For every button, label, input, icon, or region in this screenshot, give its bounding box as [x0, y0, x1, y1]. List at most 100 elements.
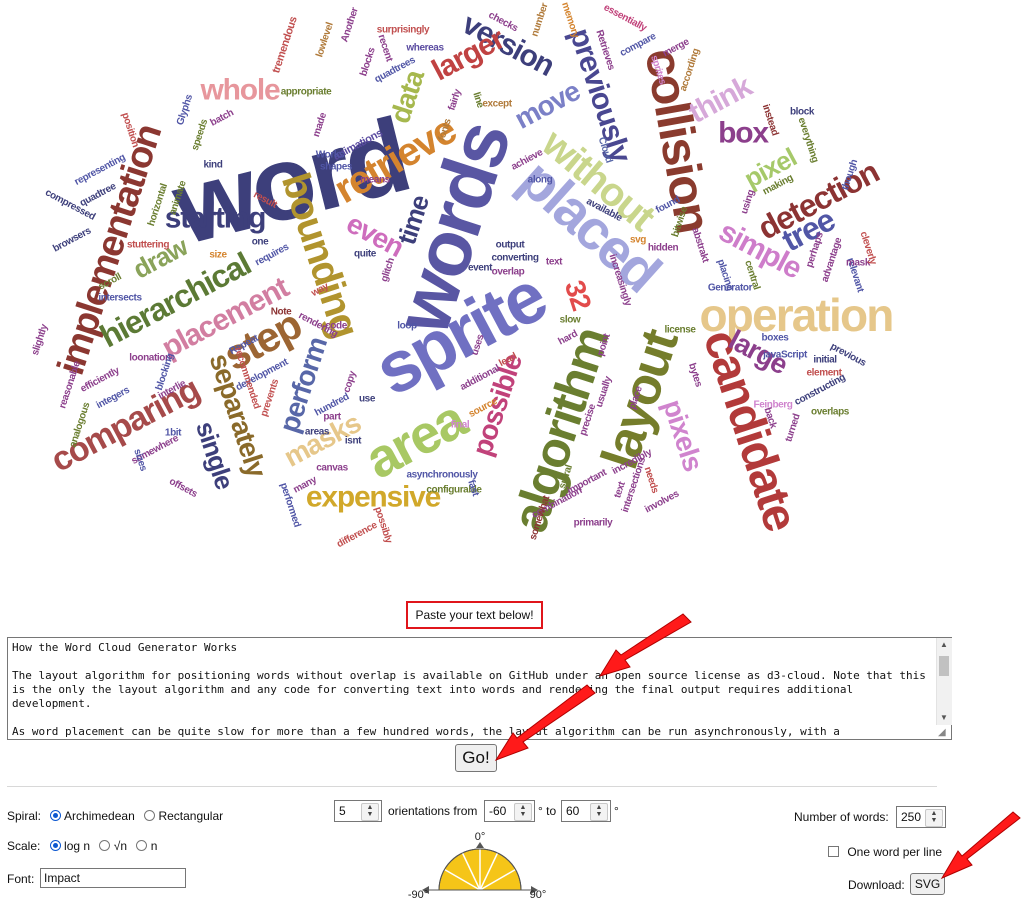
- cloud-word: areas: [305, 427, 330, 438]
- cloud-word: block: [790, 107, 815, 118]
- cloud-word: memory: [559, 1, 581, 40]
- cloud-word: stuttering: [127, 240, 169, 251]
- cloud-word: box: [718, 117, 769, 150]
- cloud-word: whereas: [405, 43, 444, 54]
- orientation-count-value: 5: [339, 804, 346, 818]
- cloud-word: Glyphs: [175, 93, 195, 127]
- number-of-words-input[interactable]: 250 ▲ ▼: [896, 806, 946, 828]
- cloud-word: one: [252, 237, 269, 248]
- cloud-word: use: [359, 394, 376, 405]
- word-cloud: wordwordsspriteplacedcollisionoperationc…: [30, 1, 894, 550]
- spiral-rectangular-label: Rectangular: [158, 809, 224, 823]
- number-of-words-value: 250: [901, 810, 922, 824]
- cloud-word: isnt: [345, 436, 362, 447]
- cloud-word: shapes: [320, 162, 353, 173]
- cloud-word: code: [325, 321, 348, 332]
- spiral-rectangular-radio[interactable]: [144, 810, 156, 821]
- scale-log-radio[interactable]: [49, 840, 61, 851]
- cloud-word: size: [209, 250, 227, 261]
- spinner-icon[interactable]: ▲ ▼: [361, 803, 379, 821]
- scale-linear-radio[interactable]: [136, 840, 148, 851]
- cloud-word: blocks: [358, 46, 378, 78]
- spinner-icon[interactable]: ▲ ▼: [514, 803, 532, 821]
- paste-instruction-label: Paste your text below!: [406, 601, 543, 629]
- divider: [7, 786, 937, 787]
- cloud-word: fairly: [446, 87, 463, 112]
- cloud-word: copy: [341, 369, 358, 394]
- protractor-left-label: -90°: [408, 889, 428, 900]
- cloud-word: 32: [559, 276, 598, 314]
- cloud-word: slightly: [30, 322, 51, 356]
- text-input-area[interactable]: How the Word Cloud Generator Works The l…: [7, 637, 952, 740]
- cloud-word: boxes: [762, 333, 790, 344]
- cloud-word: slow: [560, 315, 581, 326]
- scale-control: Scale: log n √n n: [7, 839, 157, 853]
- spiral-archimedean-radio[interactable]: [50, 810, 62, 821]
- orientation-to-value: 60: [566, 804, 580, 818]
- one-word-per-line-checkbox[interactable]: [828, 846, 839, 857]
- cloud-word: overlaps: [811, 407, 850, 418]
- cloud-word: javaScript: [762, 350, 808, 361]
- spinner-icon[interactable]: ▲ ▼: [590, 803, 608, 821]
- cloud-word: intersects: [98, 293, 142, 304]
- cloud-word: difference: [335, 519, 380, 550]
- spiral-label: Spiral:: [7, 809, 42, 823]
- cloud-word: event: [468, 263, 493, 274]
- download-label: Download:: [848, 878, 905, 892]
- orientation-from-value: -60: [489, 804, 507, 818]
- cloud-word: tremendous: [270, 15, 300, 75]
- spiral-archimedean-label: Archimedean: [64, 809, 135, 823]
- scroll-thumb[interactable]: [939, 656, 949, 676]
- cloud-word: essentially: [602, 2, 649, 34]
- cloud-word: kind: [204, 160, 223, 171]
- orientation-to-input[interactable]: 60 ▲ ▼: [561, 800, 611, 822]
- cloud-word: svg: [630, 235, 646, 246]
- scale-linear-label: n: [150, 839, 158, 853]
- cloud-word: advantage: [820, 236, 845, 284]
- cloud-word: loop: [397, 321, 417, 332]
- scale-label: Scale:: [7, 839, 41, 853]
- download-svg-button[interactable]: SVG: [910, 873, 945, 895]
- scale-sqrt-radio[interactable]: [99, 840, 111, 851]
- protractor-right-label: 90°: [530, 889, 547, 900]
- cloud-word: canvas: [316, 463, 348, 474]
- scale-log-label: log n: [64, 839, 91, 853]
- cloud-word: hidden: [648, 243, 679, 254]
- cloud-word: primarily: [574, 518, 613, 529]
- cloud-word: text: [546, 257, 563, 268]
- cloud-word: means: [360, 175, 391, 186]
- one-word-per-line-control: One word per line: [828, 845, 1024, 859]
- cloud-word: pixels: [657, 396, 709, 475]
- cloud-word: Another: [339, 6, 361, 44]
- orientation-count-input[interactable]: 5 ▲ ▼: [334, 800, 382, 822]
- resize-grip-icon[interactable]: ◢: [938, 727, 951, 739]
- font-input[interactable]: Impact: [40, 868, 186, 888]
- cloud-word: lowlevel: [314, 21, 336, 59]
- orientations-from-label: orientations from: [388, 804, 478, 818]
- scroll-down-icon[interactable]: ▼: [940, 713, 948, 722]
- scale-sqrt-label: √n: [113, 839, 128, 853]
- spinner-icon[interactable]: ▲ ▼: [925, 809, 943, 827]
- font-label: Font:: [7, 872, 35, 886]
- cloud-word: abstrakt: [689, 226, 711, 264]
- cloud-word: move: [509, 75, 585, 135]
- cloud-word: appropriate: [281, 87, 332, 98]
- orientation-from-input[interactable]: -60 ▲ ▼: [484, 800, 535, 822]
- one-word-per-line-label: One word per line: [847, 845, 943, 859]
- textarea-scrollbar[interactable]: ▲ ▼: [936, 638, 952, 725]
- cloud-word: initial: [813, 355, 837, 366]
- cloud-word: overlap: [492, 267, 525, 278]
- cloud-word: converting: [491, 253, 538, 264]
- cloud-word: number: [529, 2, 550, 38]
- cloud-word: turned: [783, 412, 802, 443]
- orientations-to-label: ° to: [538, 804, 557, 818]
- orientation-protractor[interactable]: 0° -90° 90°: [400, 828, 560, 900]
- cloud-word: license: [664, 325, 696, 336]
- cloud-word: Works: [316, 150, 345, 161]
- protractor-top-label: 0°: [475, 831, 486, 843]
- cloud-word: needs: [642, 466, 661, 496]
- go-button[interactable]: Go!: [455, 744, 497, 772]
- cloud-word: recent: [376, 33, 395, 64]
- cloud-word: output: [496, 240, 526, 251]
- scroll-up-icon[interactable]: ▲: [940, 640, 948, 649]
